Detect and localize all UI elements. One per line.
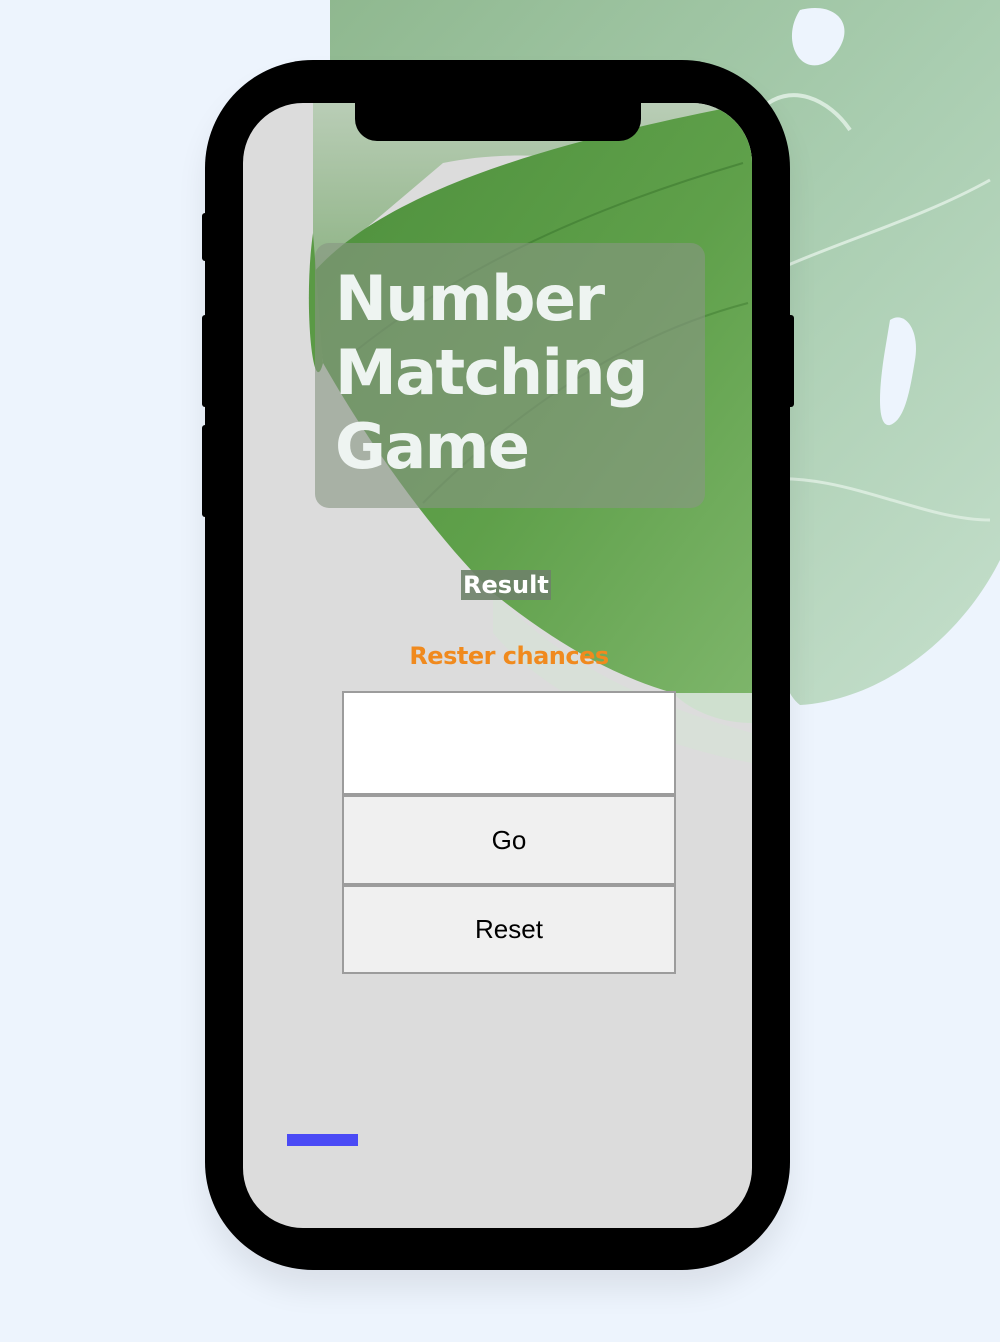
title-line-3: Game (335, 410, 530, 483)
chances-label: Rester chances (409, 642, 609, 670)
result-label: Result (461, 570, 551, 600)
guess-input[interactable] (342, 691, 676, 795)
reset-button[interactable]: Reset (342, 885, 676, 974)
accent-bar (287, 1134, 358, 1146)
title-line-1: Number (335, 262, 605, 335)
page-title: Number Matching Game (335, 262, 705, 484)
go-button[interactable]: Go (342, 795, 676, 885)
phone-notch (355, 95, 641, 141)
title-line-2: Matching (335, 336, 648, 409)
